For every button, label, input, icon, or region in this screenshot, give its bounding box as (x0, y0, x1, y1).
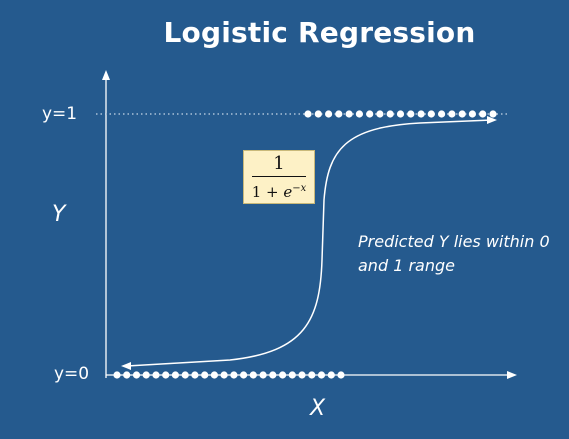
bottom-data-point (259, 371, 267, 379)
top-data-point (314, 110, 322, 118)
y0-label: y=0 (54, 364, 90, 384)
bottom-data-point (123, 371, 131, 379)
bottom-data-point (142, 371, 150, 379)
bottom-data-point (162, 371, 170, 379)
top-data-point (468, 110, 476, 118)
y-axis-label: Y (52, 202, 66, 227)
formula-fraction-bar (252, 176, 306, 177)
top-data-point (355, 110, 363, 118)
bottom-data-point (308, 371, 316, 379)
bottom-data-point (327, 371, 335, 379)
top-data-point (325, 110, 333, 118)
bottom-data-point (269, 371, 277, 379)
top-data-point (396, 110, 405, 118)
bottom-data-point (288, 371, 296, 379)
top-data-points (304, 110, 497, 118)
top-data-point (304, 110, 312, 118)
bottom-data-point (279, 371, 287, 379)
sigmoid-formula: 1 1 + e−x (243, 150, 315, 204)
top-data-point (376, 110, 384, 118)
x-axis-arrow (507, 371, 517, 379)
top-data-point (438, 110, 446, 118)
y-axis-arrow (102, 70, 110, 80)
top-data-point (335, 110, 343, 118)
formula-denominator: 1 + e−x (244, 178, 314, 203)
top-data-point (386, 110, 394, 118)
x-axis-label: X (310, 396, 326, 421)
top-data-point (489, 110, 497, 118)
y1-label: y=1 (42, 104, 78, 124)
bottom-data-point (171, 371, 179, 379)
top-data-point (427, 110, 435, 118)
prediction-annotation: Predicted Y lies within 0 and 1 range (358, 232, 550, 275)
formula-exponent: −x (292, 183, 307, 194)
top-data-point (407, 110, 415, 118)
top-data-point (345, 110, 353, 118)
bottom-data-point (201, 371, 209, 379)
top-data-point (448, 110, 456, 118)
bottom-data-point (230, 371, 238, 379)
bottom-data-point (249, 371, 257, 379)
bottom-data-point (317, 371, 326, 379)
bottom-data-point (113, 371, 121, 379)
formula-numerator: 1 (273, 153, 285, 174)
formula-denominator-prefix: 1 + (251, 183, 284, 201)
bottom-data-point (337, 371, 345, 379)
top-data-point (417, 110, 425, 118)
bottom-data-point (298, 371, 306, 379)
bottom-data-point (220, 371, 228, 379)
slide: Logistic Regression y=1 y=0 Y X 1 1 + e−… (0, 0, 569, 439)
formula-base: e (283, 183, 293, 201)
bottom-data-point (210, 371, 218, 379)
top-data-point (479, 110, 487, 118)
curve-left-arrow (121, 362, 131, 370)
bottom-data-point (181, 371, 189, 379)
top-data-point (458, 110, 466, 118)
bottom-data-point (132, 371, 141, 379)
bottom-data-point (240, 371, 248, 379)
bottom-data-point (152, 371, 160, 379)
top-data-point (366, 110, 374, 118)
bottom-data-point (191, 371, 199, 379)
